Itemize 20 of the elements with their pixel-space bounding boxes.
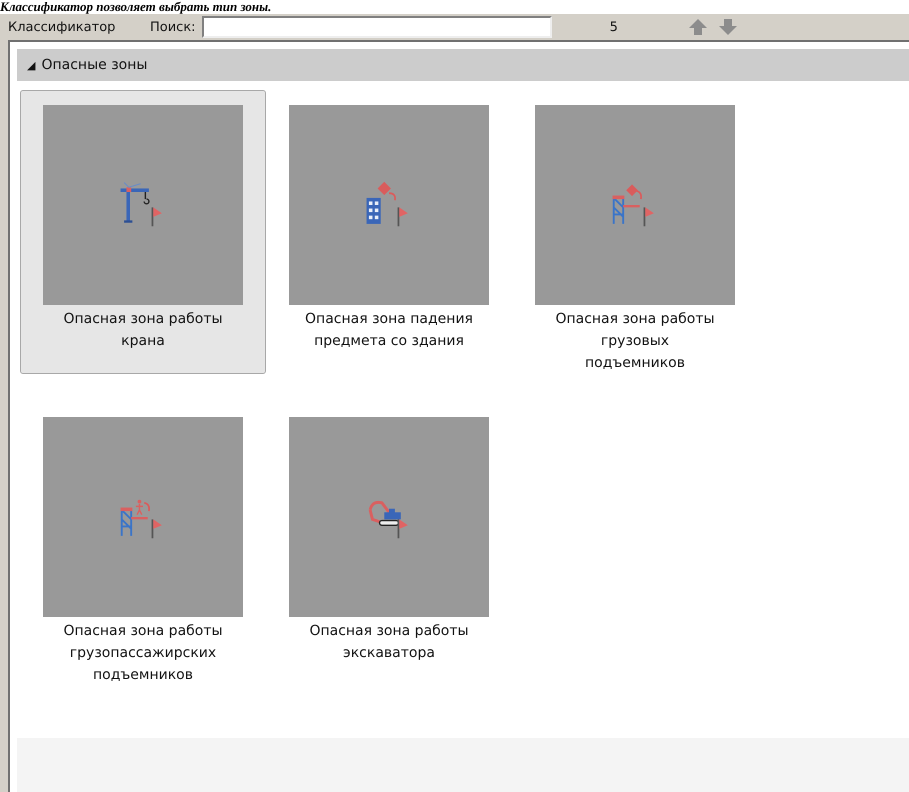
zone-type-tile[interactable]: Опасная зона работы грузовых подъемников xyxy=(512,90,758,392)
tile-label: Опасная зона работы крана xyxy=(63,310,223,351)
zone-type-tile[interactable]: Опасная зона работы экскаватора xyxy=(266,402,512,704)
move-down-button[interactable] xyxy=(718,18,738,36)
down-arrow-icon xyxy=(718,18,738,36)
zone-type-tile[interactable]: Опасная зона работы грузопассажирских подъемников xyxy=(20,402,266,704)
result-count: 5 xyxy=(610,20,619,34)
search-field[interactable] xyxy=(202,16,552,38)
caption: Классификатор позволяет выбрать тип зоны. xyxy=(0,0,272,14)
zone-type-tile[interactable]: Опасная зона работы крана xyxy=(20,90,266,374)
tile-label: Опасная зона работы экскаватора xyxy=(309,622,469,663)
zone-type-tile[interactable]: Опасная зона падения предмета со здания xyxy=(266,90,512,392)
tile-label: Опасная зона работы грузовых подъемников xyxy=(555,310,715,373)
tile-label: Опасная зона работы грузопассажирских подъемников xyxy=(63,622,223,685)
classifier-title: Классификатор xyxy=(8,20,116,34)
tile-label: Опасная зона падения предмета со здания xyxy=(305,310,473,351)
up-arrow-icon xyxy=(688,18,708,36)
move-up-button[interactable] xyxy=(688,18,708,36)
group-header[interactable]: ◢ Опасные зоны xyxy=(17,49,909,81)
search-label: Поиск: xyxy=(150,20,196,34)
